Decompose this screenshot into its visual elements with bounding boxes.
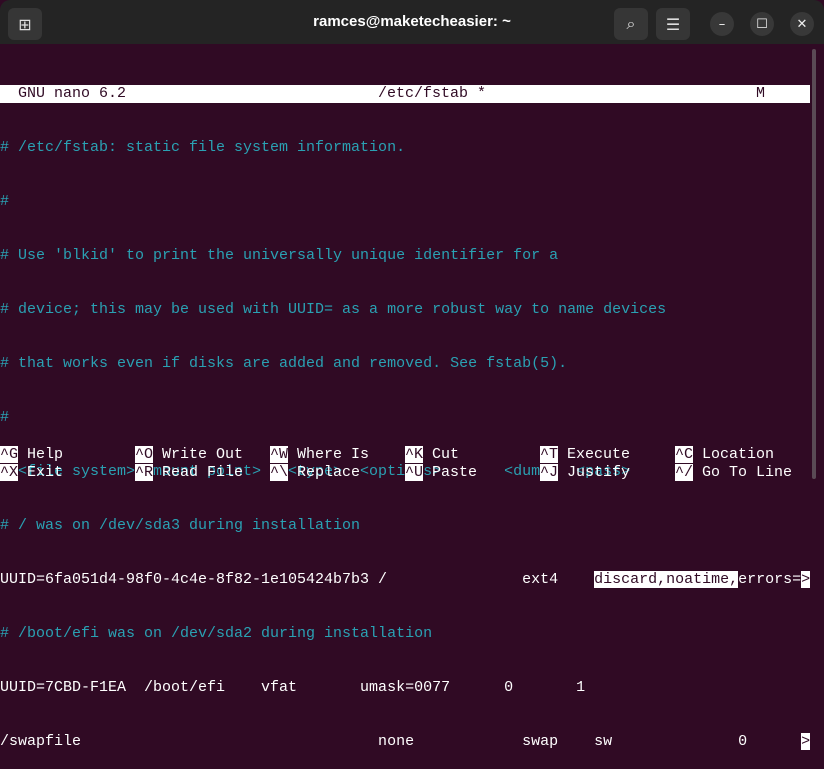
shortcut-label: Exit [27, 464, 64, 481]
shortcut-label: Cut [432, 446, 460, 463]
terminal-header: ⊞ ramces@maketecheasier: ~ ⌕ ☰ – ☐ ✕ [0, 0, 824, 44]
shortcut-key: ^\ [270, 464, 289, 481]
shortcut-key: ^U [405, 464, 424, 481]
comment-line: # / was on /dev/sda3 during installation [0, 517, 361, 534]
swap-fstab-entry: /swapfile none swap sw 0 > [0, 733, 811, 751]
shortcut-label: Where Is [297, 446, 370, 463]
search-icon: ⌕ [626, 14, 636, 33]
shortcut-label: Read File [162, 464, 244, 481]
shortcut-key: ^C [675, 446, 694, 463]
shortcut-go-to-line[interactable]: ^/ Go To Line [675, 464, 792, 482]
scrollbar[interactable] [812, 49, 816, 479]
shortcut-justify[interactable]: ^J Justify [540, 464, 630, 482]
hamburger-icon: ☰ [665, 14, 681, 34]
shortcut-location[interactable]: ^C Location [675, 446, 774, 464]
shortcut-label: Go To Line [702, 464, 793, 481]
shortcut-read-file[interactable]: ^R Read File [135, 464, 243, 482]
minimize-icon: – [718, 16, 726, 32]
shortcut-label: Justify [567, 464, 631, 481]
shortcut-key: ^R [135, 464, 154, 481]
shortcut-label: Write Out [162, 446, 244, 463]
entry-text: UUID=6fa051d4-98f0-4c4e-8f82-1e105424b7b… [0, 571, 595, 588]
menu-button[interactable]: ☰ [656, 8, 690, 40]
search-button[interactable]: ⌕ [614, 8, 648, 40]
maximize-button[interactable]: ☐ [750, 12, 774, 36]
shortcut-help[interactable]: ^G Help [0, 446, 63, 464]
comment-line: # [0, 193, 10, 210]
shortcut-label: Help [27, 446, 64, 463]
selected-text[interactable]: discard,noatime, [594, 571, 739, 588]
shortcut-key: ^X [0, 464, 19, 481]
file-name: /etc/fstab * [378, 85, 487, 102]
shortcut-key: ^W [270, 446, 289, 463]
nano-editor[interactable]: GNU nano 6.2/etc/fstab * M # /etc/fstab: … [0, 49, 811, 769]
window-title: ramces@maketecheasier: ~ [313, 13, 511, 30]
modified-indicator: M [756, 85, 766, 102]
shortcut-key: ^T [540, 446, 559, 463]
comment-line: # that works even if disks are added and… [0, 355, 568, 372]
root-fstab-entry: UUID=6fa051d4-98f0-4c4e-8f82-1e105424b7b… [0, 571, 811, 589]
close-button[interactable]: ✕ [790, 12, 814, 36]
entry-text: errors= [738, 571, 802, 588]
efi-fstab-entry: UUID=7CBD-F1EA /boot/efi vfat umask=0077… [0, 679, 586, 696]
comment-line: # [0, 409, 10, 426]
shortcut-bar: ^G Help ^X Exit ^O Write Out ^R Read Fil… [0, 446, 792, 680]
shortcut-replace[interactable]: ^\ Replace [270, 464, 360, 482]
comment-line: # Use 'blkid' to print the universally u… [0, 247, 559, 264]
shortcut-key: ^J [540, 464, 559, 481]
maximize-icon: ☐ [756, 16, 768, 32]
shortcut-label: Execute [567, 446, 631, 463]
shortcut-label: Replace [297, 464, 361, 481]
minimize-button[interactable]: – [710, 12, 734, 36]
shortcut-key: ^K [405, 446, 424, 463]
shortcut-paste[interactable]: ^U Paste [405, 464, 477, 482]
line-overflow-marker: > [801, 571, 811, 588]
shortcut-cut[interactable]: ^K Cut [405, 446, 459, 464]
nano-version: GNU nano 6.2 [18, 85, 127, 102]
entry-text: /swapfile none swap sw 0 [0, 733, 802, 750]
shortcut-label: Paste [432, 464, 478, 481]
shortcut-execute[interactable]: ^T Execute [540, 446, 630, 464]
comment-line: # /boot/efi was on /dev/sda2 during inst… [0, 625, 433, 642]
shortcut-where-is[interactable]: ^W Where Is [270, 446, 369, 464]
shortcut-label: Location [702, 446, 775, 463]
shortcut-key: ^/ [675, 464, 694, 481]
comment-line: # device; this may be used with UUID= as… [0, 301, 667, 318]
shortcut-key: ^G [0, 446, 19, 463]
shortcut-key: ^O [135, 446, 154, 463]
shortcut-exit[interactable]: ^X Exit [0, 464, 63, 482]
nano-title-bar: GNU nano 6.2/etc/fstab * M [0, 85, 810, 103]
comment-line: # /etc/fstab: static file system informa… [0, 139, 406, 156]
close-icon: ✕ [796, 16, 808, 32]
line-overflow-marker: > [801, 733, 811, 750]
shortcut-write-out[interactable]: ^O Write Out [135, 446, 243, 464]
